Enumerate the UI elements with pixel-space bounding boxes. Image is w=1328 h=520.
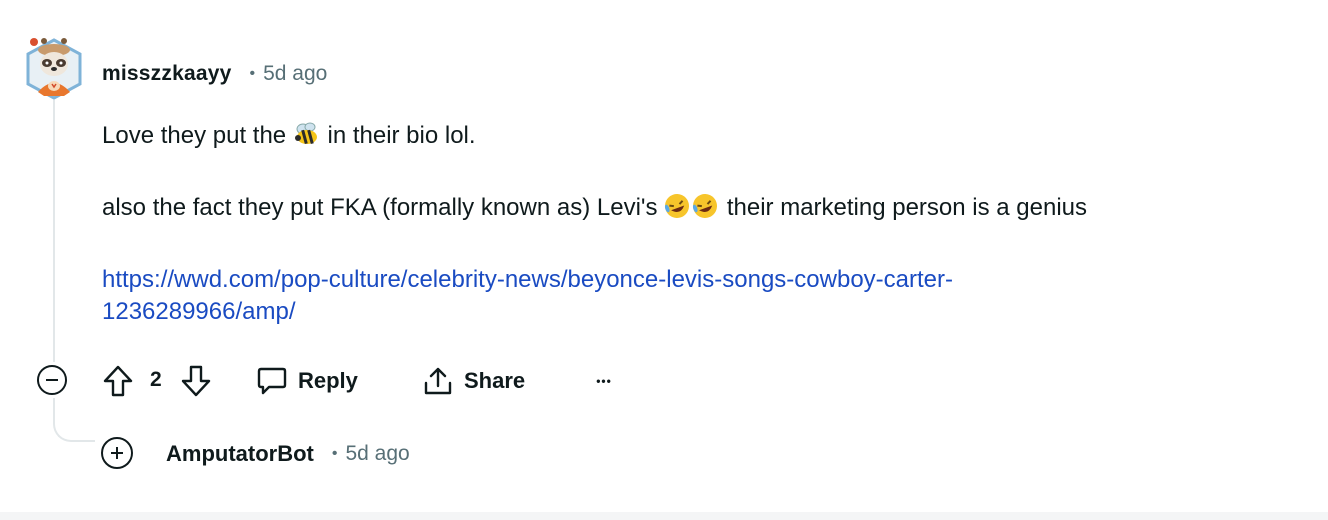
article-link-line-1[interactable]: https://wwd.com/pop-culture/celebrity-ne… xyxy=(102,266,953,293)
collapse-thread-button[interactable] xyxy=(37,365,67,395)
downvote-arrow-icon xyxy=(181,365,211,397)
comment-action-bar: 2 Reply Share ••• xyxy=(0,362,700,400)
comment-author[interactable]: misszzkaayy xyxy=(102,62,231,86)
raccoon-avatar-icon xyxy=(26,38,82,100)
bee-emoji xyxy=(293,121,321,156)
downvote-button[interactable] xyxy=(180,364,212,398)
thread-branch-line xyxy=(53,398,95,442)
reply-button[interactable]: Reply xyxy=(256,362,358,400)
reply-button-label: Reply xyxy=(298,368,358,393)
share-button[interactable]: Share xyxy=(422,362,525,400)
child-header-separator: • xyxy=(331,445,338,462)
thread-line xyxy=(53,100,55,362)
comment-paragraph-2: also the fact they put FKA (formally kno… xyxy=(102,192,1312,228)
rolling-laughing-icon xyxy=(665,194,718,218)
paragraph-1-text-start: Love they put the xyxy=(102,122,293,149)
comment-header: misszzkaayy • 5d ago xyxy=(102,60,327,88)
expand-reply-button[interactable] xyxy=(101,437,133,469)
avatar[interactable] xyxy=(24,34,84,100)
child-comment-header: AmputatorBot • 5d ago xyxy=(166,440,410,468)
article-link-line-2[interactable]: 1236289966/amp/ xyxy=(102,298,296,325)
more-options-button[interactable]: ••• xyxy=(590,366,618,396)
comment-bubble-icon xyxy=(257,367,287,395)
page-footer-strip xyxy=(0,512,1328,520)
header-separator: • xyxy=(249,65,256,82)
vote-count: 2 xyxy=(150,368,162,391)
more-options-icon: ••• xyxy=(596,374,612,388)
paragraph-1-text-end: in their bio lol. xyxy=(320,122,476,149)
article-link[interactable]: https://wwd.com/pop-culture/celebrity-ne… xyxy=(102,266,953,325)
comment-link-paragraph: https://wwd.com/pop-culture/celebrity-ne… xyxy=(102,264,1312,328)
comment-timestamp[interactable]: 5d ago xyxy=(263,62,327,86)
child-comment-author[interactable]: AmputatorBot xyxy=(166,441,314,467)
comment-paragraph-1: Love they put the in their bio lol. xyxy=(102,120,1312,156)
paragraph-2-text-start: also the fact they put FKA (formally kno… xyxy=(102,194,665,221)
share-button-label: Share xyxy=(464,368,526,393)
paragraph-2-text-end: their marketing person is a genius xyxy=(720,194,1088,221)
child-comment-timestamp[interactable]: 5d ago xyxy=(345,442,409,466)
upvote-arrow-icon xyxy=(103,365,133,397)
upvote-button[interactable] xyxy=(102,364,134,398)
bee-icon xyxy=(294,122,317,145)
rofl-emoji-pair xyxy=(664,193,720,228)
share-icon xyxy=(424,367,452,395)
